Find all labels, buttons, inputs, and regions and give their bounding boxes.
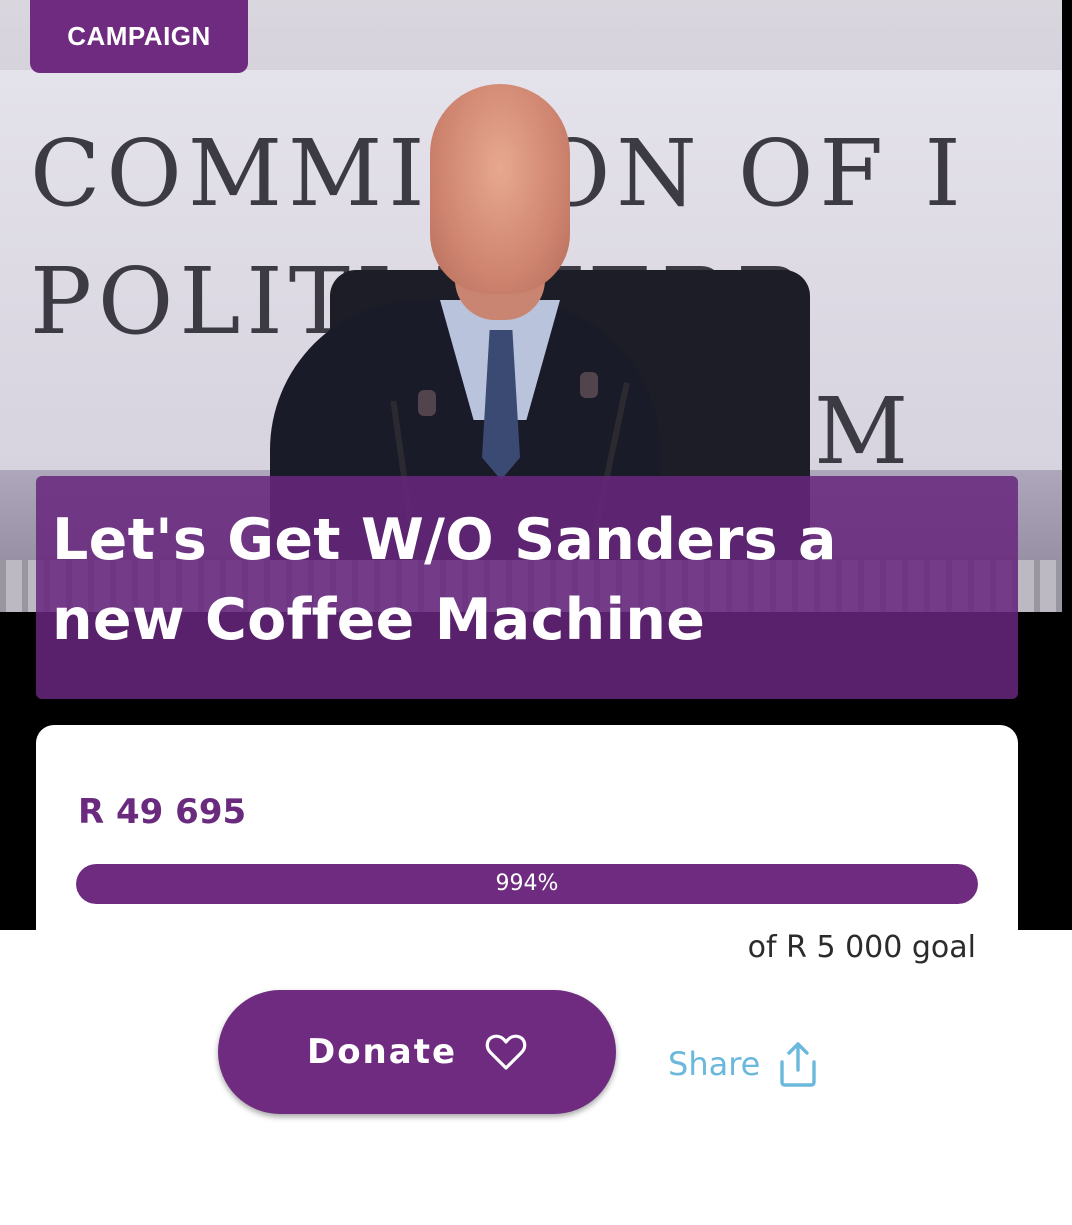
funding-progress-bar: 994%	[76, 864, 978, 904]
share-icon	[778, 1040, 818, 1088]
photo-microphone-head-left	[418, 390, 436, 416]
donate-button[interactable]: Donate	[218, 990, 616, 1114]
campaign-badge: CAMPAIGN	[30, 0, 248, 73]
campaign-title-banner: Let's Get W/O Sanders a new Coffee Machi…	[36, 476, 1018, 699]
share-link[interactable]: Share	[668, 1040, 818, 1088]
goal-amount: of R 5 000 goal	[747, 930, 976, 965]
photo-edge-strip	[1062, 0, 1072, 930]
amount-raised: R 49 695	[78, 792, 247, 832]
heart-icon	[485, 1033, 527, 1071]
photo-microphone-head-right	[580, 372, 598, 398]
donate-button-label: Donate	[306, 1032, 458, 1072]
share-label: Share	[668, 1045, 761, 1083]
campaign-title: Let's Get W/O Sanders a new Coffee Machi…	[52, 507, 837, 653]
progress-percent-label: 994%	[495, 871, 559, 896]
photo-person-head	[430, 84, 570, 294]
